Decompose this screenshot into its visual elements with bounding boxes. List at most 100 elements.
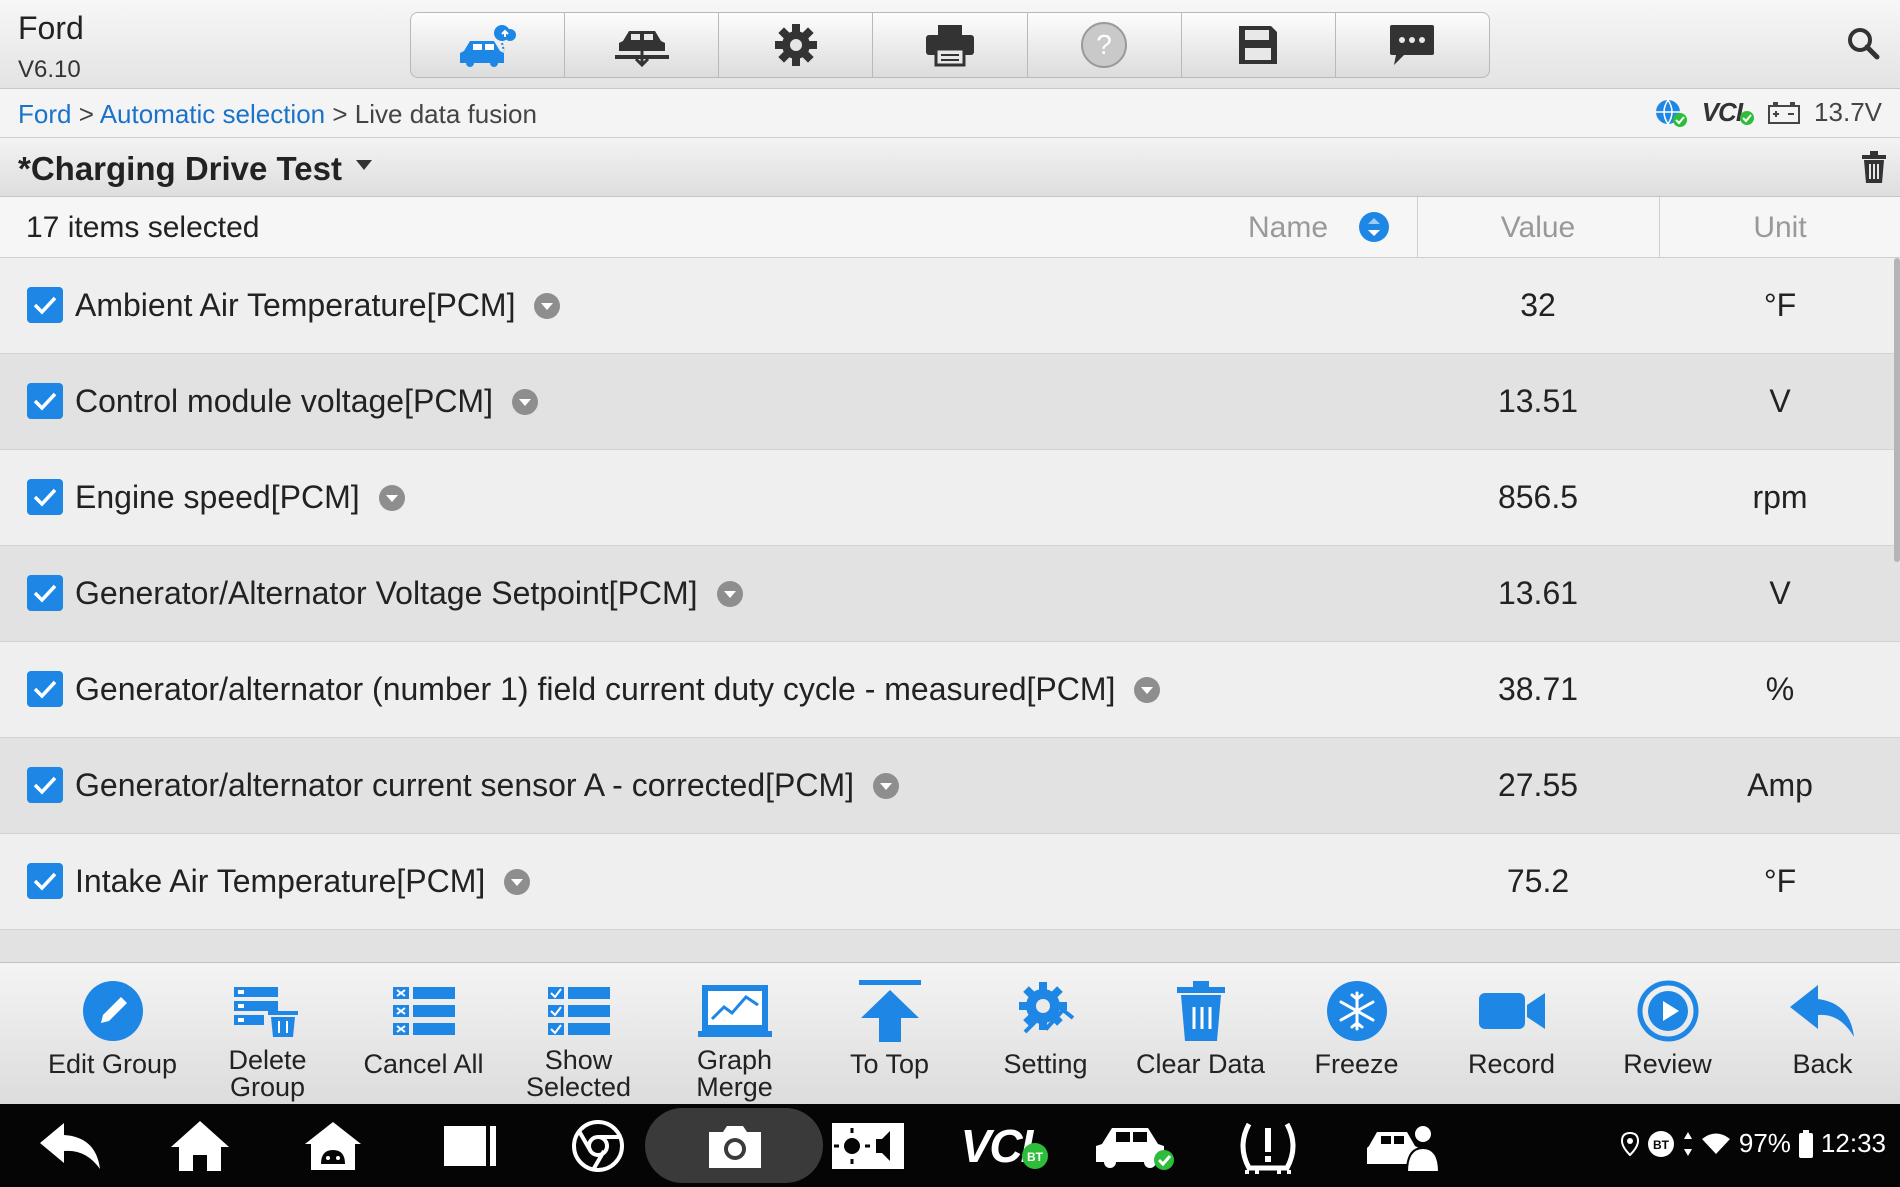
table-row[interactable]: Engine speed[PCM] 856.5 rpm	[0, 450, 1900, 546]
row-checkbox[interactable]	[27, 767, 63, 803]
delete-group-button[interactable]: Delete Group	[190, 963, 345, 1105]
tpms-button[interactable]	[1228, 1104, 1308, 1187]
vci-connected-icon	[1740, 110, 1755, 125]
show-selected-button[interactable]: Show Selected	[501, 963, 656, 1105]
show-selected-label: Show Selected	[501, 1047, 656, 1101]
graph-merge-button[interactable]: Graph Merge	[657, 963, 812, 1105]
back-button[interactable]: Back	[1745, 963, 1900, 1105]
setting-label: Setting	[1003, 1049, 1088, 1079]
table-row[interactable]: Generator/alternator (number 1) field cu…	[0, 642, 1900, 738]
help-button[interactable]: ?	[1028, 13, 1182, 77]
screenshot-button[interactable]	[695, 1104, 775, 1187]
car-check-icon	[1096, 1127, 1174, 1170]
row-dropdown-icon[interactable]	[511, 388, 539, 416]
cancel-all-label: Cancel All	[363, 1049, 484, 1079]
column-header-value: Value	[1500, 211, 1576, 244]
vehicle-status-button[interactable]	[1093, 1104, 1179, 1187]
row-name: Control module voltage[PCM]	[75, 383, 493, 419]
sort-button[interactable]	[1358, 211, 1390, 248]
row-checkbox[interactable]	[27, 671, 63, 707]
print-button[interactable]	[873, 13, 1028, 77]
freeze-label: Freeze	[1314, 1049, 1399, 1079]
row-checkbox[interactable]	[27, 479, 63, 515]
row-name: Intake Air Temperature[PCM]	[75, 863, 486, 899]
breadcrumb-separator: >	[78, 99, 94, 129]
row-dropdown-icon[interactable]	[378, 484, 406, 512]
column-header-unit: Unit	[1753, 211, 1807, 244]
table-row[interactable]: Control module voltage[PCM] 13.51 V	[0, 354, 1900, 450]
system-navigation-bar: VCI BT BT 97% 12:33	[0, 1104, 1900, 1187]
list-scrollbar[interactable]	[1894, 258, 1900, 562]
clear-data-label: Clear Data	[1135, 1049, 1266, 1079]
vehicle-cloud-button[interactable]	[411, 13, 566, 77]
printer-icon	[925, 25, 974, 67]
vci-manager-button[interactable]: VCI BT	[955, 1104, 1055, 1187]
car-person-icon	[1367, 1123, 1441, 1173]
search-button[interactable]	[1846, 26, 1880, 65]
vci-status: VCI	[1702, 97, 1755, 128]
breadcrumb: Ford > Automatic selection > Live data f…	[18, 99, 537, 130]
table-row[interactable]: Generator/alternator current sensor A - …	[0, 738, 1900, 834]
row-checkbox[interactable]	[27, 575, 63, 611]
back-icon	[40, 1122, 100, 1169]
settings-button[interactable]	[719, 13, 874, 77]
chevron-down-icon[interactable]	[356, 160, 372, 170]
browser-button[interactable]	[558, 1104, 638, 1187]
arrow-up-icon	[858, 980, 921, 1042]
back-label: Back	[1792, 1049, 1853, 1079]
top-toolbar: ?	[410, 12, 1490, 78]
row-dropdown-icon[interactable]	[716, 580, 744, 608]
breadcrumb-ford[interactable]: Ford	[18, 99, 71, 129]
row-checkbox[interactable]	[27, 863, 63, 899]
brightness-volume-icon	[832, 1122, 904, 1169]
row-dropdown-icon[interactable]	[503, 868, 531, 896]
table-row[interactable]: Generator/Alternator Voltage Setpoint[PC…	[0, 546, 1900, 642]
battery-voltage-icon	[1768, 101, 1801, 124]
row-checkbox[interactable]	[27, 287, 63, 323]
record-button[interactable]: Record	[1434, 963, 1589, 1105]
cancel-all-button[interactable]: Cancel All	[346, 963, 501, 1105]
wifi-icon	[1701, 1133, 1730, 1154]
row-unit: rpm	[1752, 479, 1808, 515]
clear-data-button[interactable]: Clear Data	[1123, 963, 1278, 1105]
android-home-button[interactable]	[293, 1104, 373, 1187]
vehicle-lift-button[interactable]	[565, 13, 720, 77]
breadcrumb-automatic-selection[interactable]: Automatic selection	[100, 99, 325, 129]
checkmark-icon	[33, 488, 57, 507]
gear-icon	[774, 24, 817, 66]
table-row[interactable]: Ambient Air Temperature[PCM] 32 °F	[0, 258, 1900, 354]
row-dropdown-icon[interactable]	[1133, 676, 1161, 704]
row-checkbox[interactable]	[27, 383, 63, 419]
row-value: 13.61	[1497, 575, 1579, 611]
edit-group-button[interactable]: Edit Group	[35, 963, 190, 1105]
table-row[interactable]: Intake Air Temperature[PCM] 75.2 °F	[0, 834, 1900, 930]
app-version: V6.10	[18, 56, 81, 83]
battery-percent: 97%	[1738, 1128, 1791, 1158]
row-unit: Amp	[1747, 767, 1813, 803]
brightness-volume-button[interactable]	[828, 1104, 908, 1187]
to-top-button[interactable]: To Top	[812, 963, 967, 1105]
review-button[interactable]: Review	[1590, 963, 1745, 1105]
table-row-partial[interactable]	[0, 930, 1900, 962]
battery-icon	[1798, 1129, 1813, 1158]
bluetooth-icon: BT	[1647, 1130, 1674, 1157]
row-dropdown-icon[interactable]	[533, 292, 561, 320]
delete-group-label-line1: Delete	[228, 1045, 307, 1075]
system-back-button[interactable]	[30, 1104, 110, 1187]
car-lift-icon	[614, 31, 669, 67]
system-home-button[interactable]	[160, 1104, 240, 1187]
save-button[interactable]	[1182, 13, 1336, 77]
row-dropdown-icon[interactable]	[872, 772, 900, 800]
messages-button[interactable]	[1336, 13, 1489, 77]
setting-button[interactable]: Setting	[968, 963, 1123, 1105]
column-header-name[interactable]: Name	[1248, 211, 1328, 245]
remote-expert-button[interactable]	[1360, 1104, 1446, 1187]
delete-group-trash-button[interactable]	[1860, 150, 1888, 189]
action-toolbar: Edit Group Delete Group Cancel All Show Se…	[0, 962, 1900, 1105]
group-title[interactable]: *Charging Drive Test	[18, 150, 342, 188]
checkmark-icon	[33, 584, 57, 603]
freeze-button[interactable]: Freeze	[1279, 963, 1434, 1105]
recent-apps-button[interactable]	[430, 1104, 510, 1187]
delete-group-label: Delete Group	[190, 1047, 345, 1101]
breadcrumb-separator: >	[332, 99, 348, 129]
